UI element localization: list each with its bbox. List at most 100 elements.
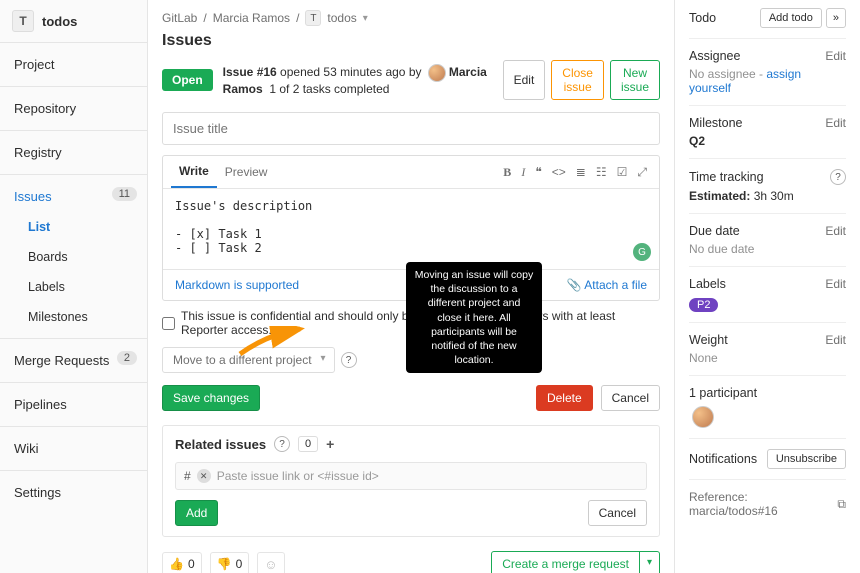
weight-title: Weight (689, 333, 728, 347)
page-title: Issues (162, 32, 660, 50)
breadcrumb-project[interactable]: todos (327, 11, 356, 25)
award-row: 👍 0 👎 0 ☺ Create a merge request ▾ (162, 551, 660, 573)
project-name: todos (42, 14, 77, 29)
nav-settings[interactable]: Settings (0, 477, 147, 508)
add-emoji-button[interactable]: ☺ (257, 552, 284, 573)
move-project-select[interactable]: Move to a different project (162, 347, 335, 373)
right-sidebar: Todo Add todo » AssigneeEdit No assignee… (674, 0, 860, 573)
edit-button[interactable]: Edit (503, 60, 546, 100)
merge-request-caret[interactable]: ▾ (640, 551, 660, 573)
weight-value: None (689, 351, 846, 365)
list-ol-icon[interactable]: ☷ (596, 165, 607, 180)
time-help-icon[interactable]: ? (830, 169, 846, 185)
tab-preview[interactable]: Preview (217, 157, 276, 187)
nav-mr-label: Merge Requests (14, 353, 109, 368)
label-pill[interactable]: P2 (689, 298, 718, 312)
breadcrumb-project-icon: T (305, 10, 321, 26)
attach-file-link[interactable]: 📎 Attach a file (567, 278, 647, 292)
milestone-edit[interactable]: Edit (825, 116, 846, 130)
copy-reference-icon[interactable]: ⧉ (837, 497, 846, 512)
weight-edit[interactable]: Edit (825, 333, 846, 347)
milestone-value[interactable]: Q2 (689, 134, 846, 148)
nav-issues-labels[interactable]: Labels (0, 272, 147, 302)
todo-title: Todo (689, 11, 716, 25)
related-help-icon[interactable]: ? (274, 436, 290, 452)
grammar-check-icon[interactable]: G (633, 243, 651, 261)
nav-wiki[interactable]: Wiki (0, 433, 147, 464)
quote-icon[interactable]: ❝ (535, 165, 541, 180)
issue-title-input[interactable] (162, 112, 660, 145)
issue-meta: Issue #16 opened 53 minutes ago by Marci… (223, 64, 493, 96)
related-input-row[interactable]: # ✕ Paste issue link or <#issue id> (175, 462, 647, 490)
nav-project[interactable]: Project (0, 49, 147, 80)
nav-issues[interactable]: Issues 11 (0, 181, 147, 212)
main-content: GitLab / Marcia Ramos / T todos ▾ Issues… (148, 0, 674, 573)
related-issues-panel: Related issues ? 0 + # ✕ Paste issue lin… (162, 425, 660, 537)
related-cancel-button[interactable]: Cancel (588, 500, 647, 526)
due-date-edit[interactable]: Edit (825, 224, 846, 238)
task-progress: 1 of 2 tasks completed (269, 82, 389, 96)
assignee-title: Assignee (689, 49, 740, 63)
reference-text: Reference: marcia/todos#16 (689, 490, 837, 518)
italic-icon[interactable]: I (521, 165, 525, 180)
breadcrumb: GitLab / Marcia Ramos / T todos ▾ (162, 6, 660, 30)
project-selector[interactable]: T todos (0, 0, 147, 43)
left-sidebar: T todos Project Repository Registry Issu… (0, 0, 148, 573)
project-avatar: T (12, 10, 34, 32)
code-icon[interactable]: <> (552, 165, 566, 180)
add-todo-button[interactable]: Add todo (760, 8, 822, 28)
related-title: Related issues (175, 437, 266, 452)
status-badge: Open (162, 69, 213, 91)
confidential-checkbox[interactable] (162, 317, 175, 330)
labels-title: Labels (689, 277, 726, 291)
add-related-button[interactable]: + (326, 436, 334, 452)
breadcrumb-owner[interactable]: Marcia Ramos (213, 11, 290, 25)
delete-button[interactable]: Delete (536, 385, 593, 411)
participant-avatar[interactable] (692, 406, 714, 428)
participants-title: 1 participant (689, 386, 846, 400)
sidebar-collapse-button[interactable]: » (826, 8, 846, 28)
tab-write[interactable]: Write (171, 156, 217, 188)
markdown-help-link[interactable]: Markdown is supported (175, 278, 299, 292)
labels-edit[interactable]: Edit (825, 277, 846, 291)
task-list-icon[interactable]: ☑ (617, 165, 628, 180)
close-issue-button[interactable]: Close issue (551, 60, 604, 100)
related-count: 0 (298, 436, 318, 452)
nav-pipelines[interactable]: Pipelines (0, 389, 147, 420)
nav-registry[interactable]: Registry (0, 137, 147, 168)
issue-id: Issue #16 (223, 65, 277, 79)
milestone-title: Milestone (689, 116, 743, 130)
chevron-down-icon[interactable]: ▾ (363, 13, 368, 24)
create-merge-request-button[interactable]: Create a merge request (491, 551, 640, 573)
thumbs-down-button[interactable]: 👎 0 (210, 552, 250, 573)
nav-issues-boards[interactable]: Boards (0, 242, 147, 272)
thumbs-up-button[interactable]: 👍 0 (162, 552, 202, 573)
nav-merge-requests[interactable]: Merge Requests 2 (0, 345, 147, 376)
assignee-edit[interactable]: Edit (825, 49, 846, 63)
nav-issues-badge: 11 (112, 187, 137, 201)
nav-issues-milestones[interactable]: Milestones (0, 302, 147, 332)
nav-mr-badge: 2 (117, 351, 137, 365)
bold-icon[interactable]: B (503, 165, 511, 180)
hash-icon: # (184, 469, 191, 483)
estimated-value: 3h 30m (754, 189, 794, 203)
related-input-placeholder: Paste issue link or <#issue id> (217, 469, 379, 483)
list-ul-icon[interactable]: ≣ (576, 165, 586, 180)
due-date-title: Due date (689, 224, 740, 238)
issue-header: Open Issue #16 opened 53 minutes ago by … (162, 60, 660, 100)
cancel-button[interactable]: Cancel (601, 385, 660, 411)
save-button[interactable]: Save changes (162, 385, 260, 411)
fullscreen-icon[interactable]: ⤢ (637, 165, 647, 180)
unsubscribe-button[interactable]: Unsubscribe (767, 449, 846, 469)
new-issue-button[interactable]: New issue (610, 60, 660, 100)
related-add-button[interactable]: Add (175, 500, 218, 526)
nav-repository[interactable]: Repository (0, 93, 147, 124)
help-icon[interactable]: ? (341, 352, 357, 368)
description-textarea[interactable]: Issue's description - [x] Task 1 - [ ] T… (163, 189, 659, 269)
author-avatar[interactable] (428, 64, 446, 82)
move-tooltip: Moving an issue will copy the discussion… (406, 262, 542, 373)
notifications-title: Notifications (689, 452, 757, 466)
clear-token-icon[interactable]: ✕ (197, 469, 211, 483)
nav-issues-list[interactable]: List (0, 212, 147, 242)
breadcrumb-root[interactable]: GitLab (162, 11, 197, 25)
